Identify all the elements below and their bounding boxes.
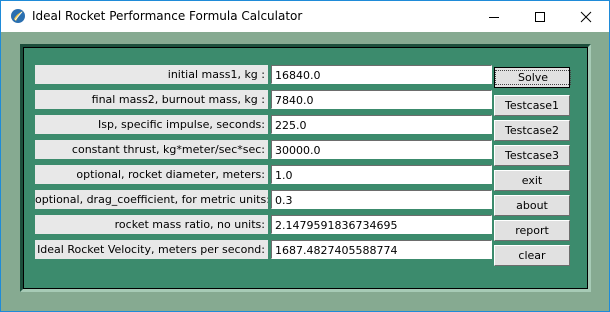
window-title: Ideal Rocket Performance Formula Calcula… <box>32 9 303 23</box>
close-icon <box>580 11 592 22</box>
about-button[interactable]: about <box>494 195 570 216</box>
final-mass-label: final mass2, burnout mass, kg : <box>35 90 268 109</box>
diameter-input[interactable]: 1.0 <box>271 165 492 184</box>
exit-button[interactable]: exit <box>494 170 570 191</box>
minimize-button[interactable] <box>471 1 517 32</box>
initial-mass-label: initial mass1, kg : <box>35 65 268 84</box>
drag-coefficient-input[interactable]: 0.3 <box>271 190 492 209</box>
solve-button-label: Solve <box>495 70 572 85</box>
mass-ratio-label: rocket mass ratio, no units: <box>35 215 268 234</box>
calculator-panel: initial mass1, kg : 16840.0 final mass2,… <box>20 44 591 292</box>
minimize-icon <box>489 16 499 18</box>
title-bar[interactable]: Ideal Rocket Performance Formula Calcula… <box>1 1 609 32</box>
maximize-button[interactable] <box>517 1 563 32</box>
testcase1-button[interactable]: Testcase1 <box>494 95 570 116</box>
clear-button[interactable]: clear <box>494 245 570 266</box>
isp-input[interactable]: 225.0 <box>271 115 492 134</box>
python-feather-icon <box>11 9 25 23</box>
diameter-label: optional, rocket diameter, meters: <box>35 165 268 184</box>
maximize-icon <box>535 11 545 22</box>
app-window: Ideal Rocket Performance Formula Calcula… <box>0 0 610 312</box>
isp-label: Isp, specific impulse, seconds: <box>35 115 268 134</box>
solve-button[interactable]: Solve <box>494 67 572 88</box>
testcase3-button[interactable]: Testcase3 <box>494 145 570 166</box>
velocity-output[interactable]: 1687.4827405588774 <box>271 240 492 259</box>
testcase2-button[interactable]: Testcase2 <box>494 120 570 141</box>
thrust-input[interactable]: 30000.0 <box>271 140 492 159</box>
initial-mass-input[interactable]: 16840.0 <box>271 65 492 84</box>
drag-coefficient-label: optional, drag_coefficient, for metric u… <box>35 190 268 209</box>
velocity-label: Ideal Rocket Velocity, meters per second… <box>35 240 268 259</box>
report-button[interactable]: report <box>494 220 570 241</box>
close-button[interactable] <box>563 1 609 32</box>
thrust-label: constant thrust, kg*meter/sec*sec: <box>35 140 268 159</box>
final-mass-input[interactable]: 7840.0 <box>271 90 492 109</box>
client-area: initial mass1, kg : 16840.0 final mass2,… <box>1 32 609 311</box>
mass-ratio-output[interactable]: 2.1479591836734695 <box>271 215 492 234</box>
